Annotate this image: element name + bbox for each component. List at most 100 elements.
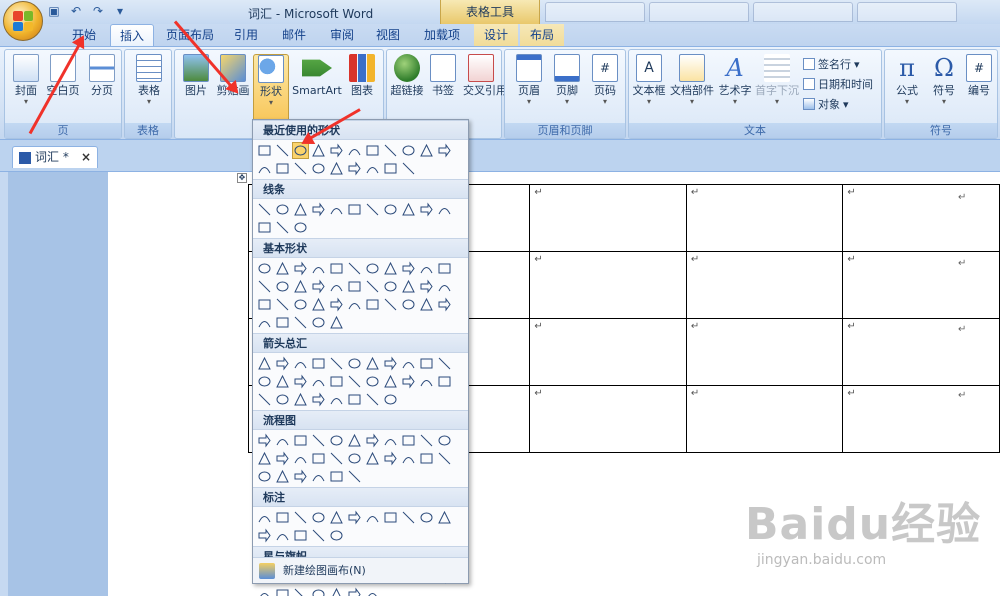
shape-option-icon[interactable]	[383, 202, 398, 217]
redo-icon[interactable]: ↷	[90, 3, 106, 19]
shape-option-icon[interactable]	[401, 279, 416, 294]
shape-option-icon[interactable]	[347, 161, 362, 176]
shape-option-icon[interactable]	[311, 261, 326, 276]
page-break-button[interactable]: 分页	[85, 54, 119, 97]
shape-option-icon[interactable]	[365, 161, 380, 176]
shape-option-icon[interactable]	[347, 279, 362, 294]
shape-option-icon[interactable]	[419, 202, 434, 217]
shape-option-icon[interactable]	[311, 297, 326, 312]
shape-option-icon[interactable]	[293, 297, 308, 312]
shape-option-icon[interactable]	[293, 528, 308, 543]
shape-option-icon[interactable]	[437, 297, 452, 312]
shape-option-icon[interactable]	[257, 469, 272, 484]
shape-option-icon[interactable]	[383, 451, 398, 466]
shape-option-icon[interactable]	[275, 469, 290, 484]
shape-option-icon[interactable]	[419, 510, 434, 525]
table-button[interactable]: 表格 ▾	[131, 54, 167, 106]
date-time-button[interactable]: 日期和时间	[803, 76, 873, 92]
shape-option-icon[interactable]	[275, 374, 290, 389]
table-cell[interactable]: ↵	[842, 251, 1000, 319]
document-tab[interactable]: 词汇 * ×	[12, 146, 98, 168]
tab-layout[interactable]: 布局	[520, 24, 564, 46]
shape-option-icon[interactable]	[401, 356, 416, 371]
tab-add-ins[interactable]: 加载项	[416, 24, 468, 46]
shape-option-icon[interactable]	[257, 143, 272, 158]
shape-option-icon[interactable]	[383, 161, 398, 176]
table-cell[interactable]: ↵	[685, 184, 844, 252]
shape-option-icon[interactable]	[257, 315, 272, 330]
shape-option-icon[interactable]	[311, 143, 326, 158]
shape-option-icon[interactable]	[257, 451, 272, 466]
shape-option-icon[interactable]	[311, 161, 326, 176]
shape-option-icon[interactable]	[275, 433, 290, 448]
shape-option-icon[interactable]	[257, 261, 272, 276]
shape-option-icon[interactable]	[329, 356, 344, 371]
object-button[interactable]: 对象 ▾	[803, 96, 849, 112]
shape-option-icon[interactable]	[293, 220, 308, 235]
shape-option-icon[interactable]	[275, 510, 290, 525]
shape-option-icon[interactable]	[257, 528, 272, 543]
shape-option-icon[interactable]	[383, 297, 398, 312]
shape-option-icon[interactable]	[311, 202, 326, 217]
shape-option-icon[interactable]	[311, 279, 326, 294]
shape-option-icon[interactable]	[293, 374, 308, 389]
shape-option-icon[interactable]	[293, 451, 308, 466]
shape-option-icon[interactable]	[257, 392, 272, 407]
text-box-button[interactable]: A 文本框 ▾	[631, 54, 667, 106]
shape-option-icon[interactable]	[365, 279, 380, 294]
shape-option-icon[interactable]	[293, 356, 308, 371]
shape-option-icon[interactable]	[293, 392, 308, 407]
shape-option-icon[interactable]	[365, 202, 380, 217]
shape-option-icon[interactable]	[419, 356, 434, 371]
shape-option-icon[interactable]	[311, 587, 326, 596]
tab-mailings[interactable]: 邮件	[274, 24, 314, 46]
shape-option-icon[interactable]	[329, 374, 344, 389]
signature-line-button[interactable]: 签名行 ▾	[803, 56, 860, 72]
shape-option-icon[interactable]	[275, 528, 290, 543]
shape-option-icon[interactable]	[365, 587, 380, 596]
shape-option-icon[interactable]	[257, 587, 272, 596]
shape-option-icon[interactable]	[275, 279, 290, 294]
shape-option-icon[interactable]	[401, 433, 416, 448]
numbering-button[interactable]: # 编号	[963, 54, 995, 97]
new-drawing-canvas-item[interactable]: 新建绘图画布(N)	[253, 557, 468, 583]
shape-option-icon[interactable]	[437, 143, 452, 158]
shape-option-icon[interactable]	[329, 315, 344, 330]
shape-option-icon[interactable]	[347, 261, 362, 276]
table-cell[interactable]: ↵	[529, 184, 687, 252]
shape-option-icon[interactable]	[275, 261, 290, 276]
shape-option-icon[interactable]	[437, 356, 452, 371]
drop-cap-button[interactable]: 首字下沉 ▾	[755, 54, 799, 106]
shape-option-icon[interactable]	[365, 510, 380, 525]
shape-option-icon[interactable]	[329, 510, 344, 525]
shape-option-icon[interactable]	[275, 451, 290, 466]
table-move-handle[interactable]: ✥	[237, 173, 247, 183]
hyperlink-button[interactable]: 超链接	[389, 54, 425, 97]
tab-design[interactable]: 设计	[474, 24, 518, 46]
table-cell[interactable]: ↵	[529, 385, 687, 453]
tab-references[interactable]: 引用	[226, 24, 266, 46]
shape-option-icon[interactable]	[365, 451, 380, 466]
shape-option-icon[interactable]	[347, 451, 362, 466]
shape-option-icon[interactable]	[347, 202, 362, 217]
shapes-button[interactable]: 形状 ▾	[253, 54, 289, 124]
shape-option-icon[interactable]	[401, 143, 416, 158]
shape-option-icon[interactable]	[383, 433, 398, 448]
shape-option-icon[interactable]	[257, 510, 272, 525]
tab-view[interactable]: 视图	[368, 24, 408, 46]
table-cell[interactable]: ↵	[529, 251, 687, 319]
table-cell[interactable]: ↵	[842, 318, 1000, 386]
shape-option-icon[interactable]	[275, 587, 290, 596]
shape-option-icon[interactable]	[401, 374, 416, 389]
shape-option-icon[interactable]	[347, 392, 362, 407]
shape-option-icon[interactable]	[257, 161, 272, 176]
shape-option-icon[interactable]	[311, 510, 326, 525]
cover-page-button[interactable]: 封面 ▾	[9, 54, 43, 106]
shape-option-icon[interactable]	[437, 261, 452, 276]
shape-option-icon[interactable]	[419, 451, 434, 466]
shape-option-icon[interactable]	[329, 261, 344, 276]
shape-option-icon[interactable]	[257, 297, 272, 312]
table-cell[interactable]: ↵	[842, 385, 1000, 453]
shape-option-icon[interactable]	[401, 297, 416, 312]
office-button[interactable]	[3, 1, 43, 41]
